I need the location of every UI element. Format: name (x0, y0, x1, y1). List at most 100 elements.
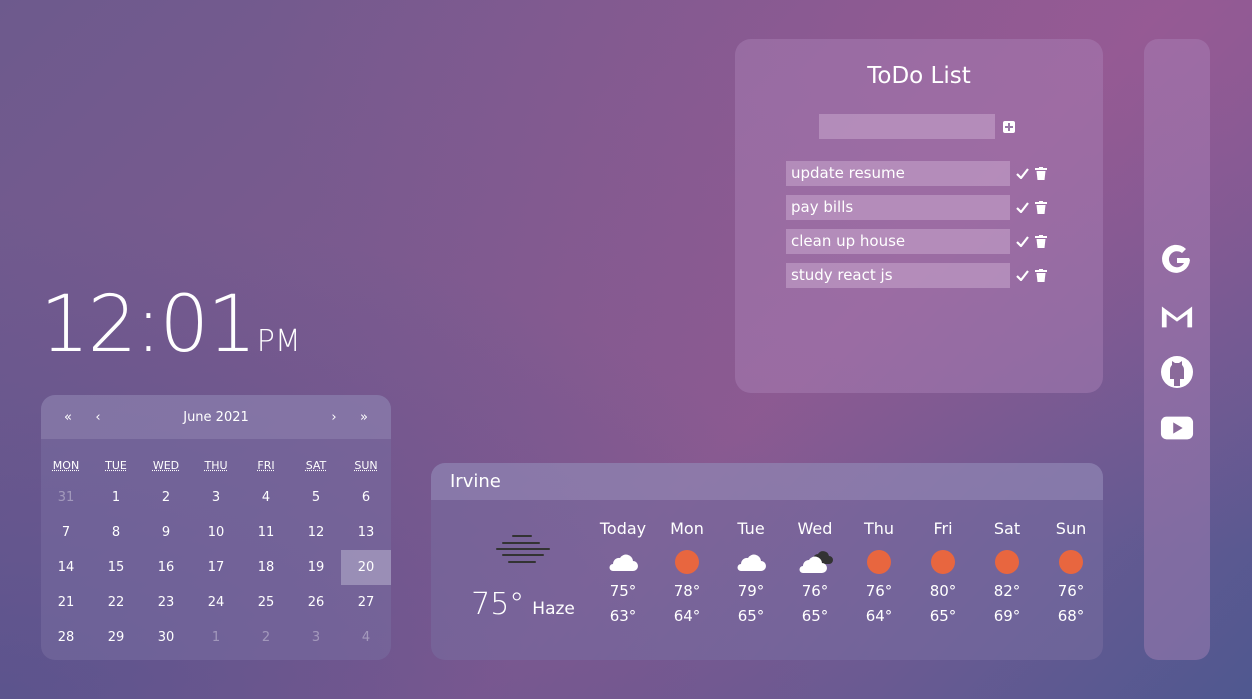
forecast-low: 64° (865, 607, 893, 625)
clock-ampm: PM (256, 324, 301, 359)
calendar-day[interactable]: 1 (91, 480, 141, 515)
trash-icon[interactable] (1035, 269, 1047, 282)
todo-item-text[interactable]: study react js (786, 263, 1010, 288)
gmail-icon[interactable] (1160, 299, 1194, 333)
calendar-day[interactable]: 26 (291, 585, 341, 620)
todo-item-text[interactable]: pay bills (786, 195, 1010, 220)
weekday-label: MON (52, 459, 80, 472)
calendar-day[interactable]: 6 (341, 480, 391, 515)
forecast-day-name: Tue (737, 519, 765, 538)
forecast-day-name: Sun (1055, 519, 1087, 538)
calendar-day[interactable]: 10 (191, 515, 241, 550)
calendar-day[interactable]: 15 (91, 550, 141, 585)
calendar-day[interactable]: 8 (91, 515, 141, 550)
calendar-day[interactable]: 7 (41, 515, 91, 550)
calendar-day[interactable]: 5 (291, 480, 341, 515)
weather-city: Irvine (450, 471, 501, 492)
calendar-day[interactable]: 9 (141, 515, 191, 550)
add-todo-button[interactable] (1003, 120, 1015, 133)
calendar-day[interactable]: 19 (291, 550, 341, 585)
forecast-day: Sat 82° 69° (975, 519, 1039, 629)
calendar-day[interactable]: 12 (291, 515, 341, 550)
forecast-day-name: Sat (993, 519, 1021, 538)
current-temp: 75° (471, 587, 525, 622)
youtube-icon[interactable] (1160, 411, 1194, 445)
weekday-label: THU (204, 459, 228, 472)
prev-month-button[interactable]: ‹ (83, 410, 113, 425)
check-icon[interactable] (1016, 270, 1029, 281)
calendar-day[interactable]: 18 (241, 550, 291, 585)
forecast-day: Sun 76° 68° (1039, 519, 1103, 629)
todo-add-row (819, 114, 1015, 139)
clock-time: 12:01 (40, 280, 257, 370)
calendar-day-selected[interactable]: 20 (341, 550, 391, 585)
calendar-day[interactable]: 14 (41, 550, 91, 585)
next-year-button[interactable]: » (349, 410, 379, 425)
forecast-row: Today 75° 63° Mon 78° 64° Tue 79° 65° We… (591, 519, 1103, 629)
calendar-weekdays: MON TUE WED THU FRI SAT SUN (41, 459, 391, 472)
todo-widget: ToDo List update resume pay bills clean … (735, 39, 1103, 393)
check-icon[interactable] (1016, 236, 1029, 247)
forecast-day: Today 75° 63° (591, 519, 655, 629)
todo-item-text[interactable]: update resume (786, 161, 1010, 186)
prev-year-button[interactable]: « (53, 410, 83, 425)
calendar-day[interactable]: 13 (341, 515, 391, 550)
calendar-day[interactable]: 29 (91, 620, 141, 655)
forecast-high: 80° (929, 582, 957, 600)
forecast-day-name: Thu (863, 519, 895, 538)
check-icon[interactable] (1016, 202, 1029, 213)
calendar-day[interactable]: 31 (41, 480, 91, 515)
sun-icon (931, 550, 955, 574)
weekday-label: TUE (105, 459, 127, 472)
calendar-day[interactable]: 27 (341, 585, 391, 620)
todo-item-text[interactable]: clean up house (786, 229, 1010, 254)
weather-current: 75° Haze (453, 523, 593, 622)
calendar-day[interactable]: 11 (241, 515, 291, 550)
next-month-button[interactable]: › (319, 410, 349, 425)
calendar-day[interactable]: 2 (141, 480, 191, 515)
calendar-day[interactable]: 22 (91, 585, 141, 620)
calendar-day[interactable]: 1 (191, 620, 241, 655)
forecast-day-name: Wed (797, 519, 833, 538)
calendar-day[interactable]: 4 (341, 620, 391, 655)
forecast-low: 65° (929, 607, 957, 625)
check-icon[interactable] (1016, 168, 1029, 179)
google-icon[interactable] (1160, 243, 1194, 277)
calendar-day[interactable]: 4 (241, 480, 291, 515)
calendar-day[interactable]: 2 (241, 620, 291, 655)
calendar-day[interactable]: 28 (41, 620, 91, 655)
forecast-day-name: Today (599, 519, 647, 538)
forecast-low: 69° (993, 607, 1021, 625)
calendar-month-label[interactable]: June 2021 (113, 410, 319, 425)
calendar-day[interactable]: 30 (141, 620, 191, 655)
calendar-day[interactable]: 24 (191, 585, 241, 620)
calendar-day[interactable]: 21 (41, 585, 91, 620)
calendar-day[interactable]: 16 (141, 550, 191, 585)
cloud-icon (609, 554, 638, 571)
forecast-day: Fri 80° 65° (911, 519, 975, 629)
calendar-day[interactable]: 3 (291, 620, 341, 655)
cloud-dark-icon (799, 551, 833, 573)
calendar-day[interactable]: 25 (241, 585, 291, 620)
forecast-high: 79° (737, 582, 765, 600)
todo-input[interactable] (819, 114, 995, 139)
github-icon[interactable] (1160, 355, 1194, 389)
forecast-high: 76° (1057, 582, 1085, 600)
calendar-day[interactable]: 17 (191, 550, 241, 585)
forecast-high: 78° (673, 582, 701, 600)
calendar-day[interactable]: 23 (141, 585, 191, 620)
forecast-low: 64° (673, 607, 701, 625)
calendar-day[interactable]: 3 (191, 480, 241, 515)
haze-icon (496, 535, 550, 563)
trash-icon[interactable] (1035, 235, 1047, 248)
trash-icon[interactable] (1035, 201, 1047, 214)
weekday-label: WED (152, 459, 180, 472)
sun-icon (995, 550, 1019, 574)
clock: 12:01PM (40, 280, 301, 370)
trash-icon[interactable] (1035, 167, 1047, 180)
forecast-high: 76° (801, 582, 829, 600)
forecast-low: 68° (1057, 607, 1085, 625)
todo-item: clean up house (786, 229, 1047, 254)
todo-item: pay bills (786, 195, 1047, 220)
forecast-high: 76° (865, 582, 893, 600)
